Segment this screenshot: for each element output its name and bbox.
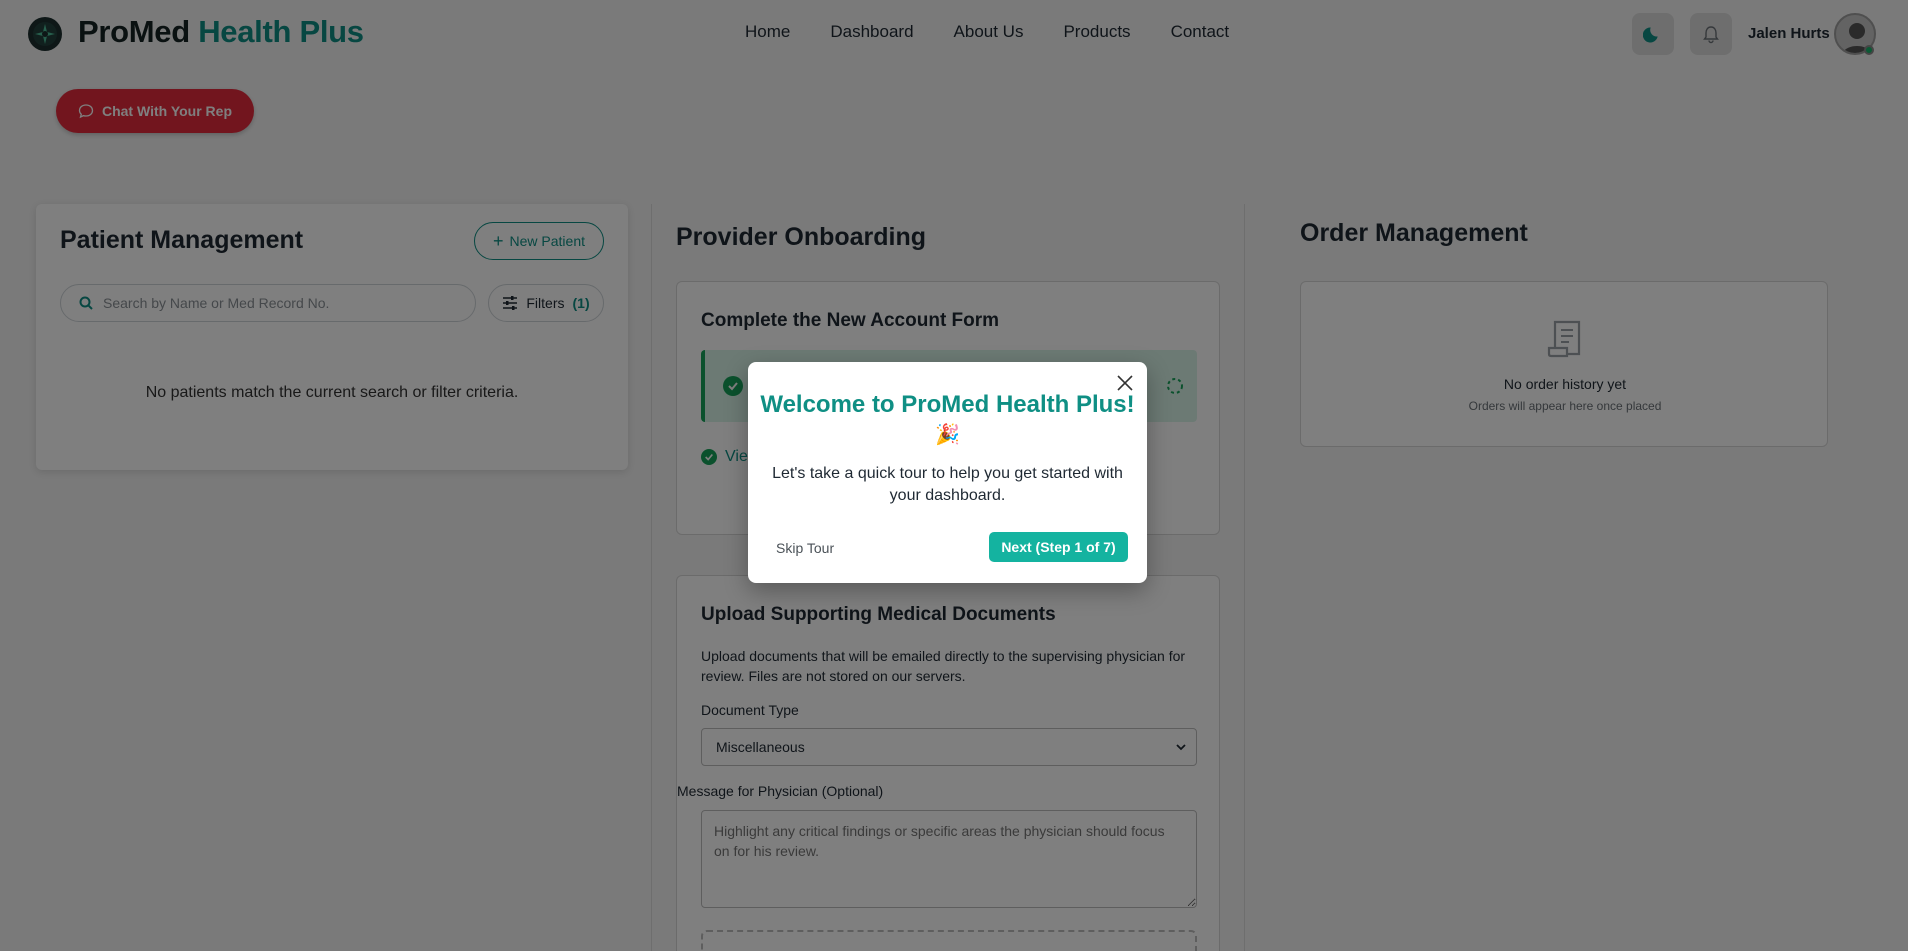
modal-title: Welcome to ProMed Health Plus! (760, 391, 1135, 418)
next-step-button[interactable]: Next (Step 1 of 7) (989, 532, 1128, 562)
welcome-tour-modal: Welcome to ProMed Health Plus! 🎉 Let's t… (748, 362, 1147, 583)
modal-body: Let's take a quick tour to help you get … (772, 465, 1123, 504)
skip-tour-button[interactable]: Skip Tour (776, 540, 834, 556)
party-popper-icon: 🎉 (935, 424, 960, 446)
